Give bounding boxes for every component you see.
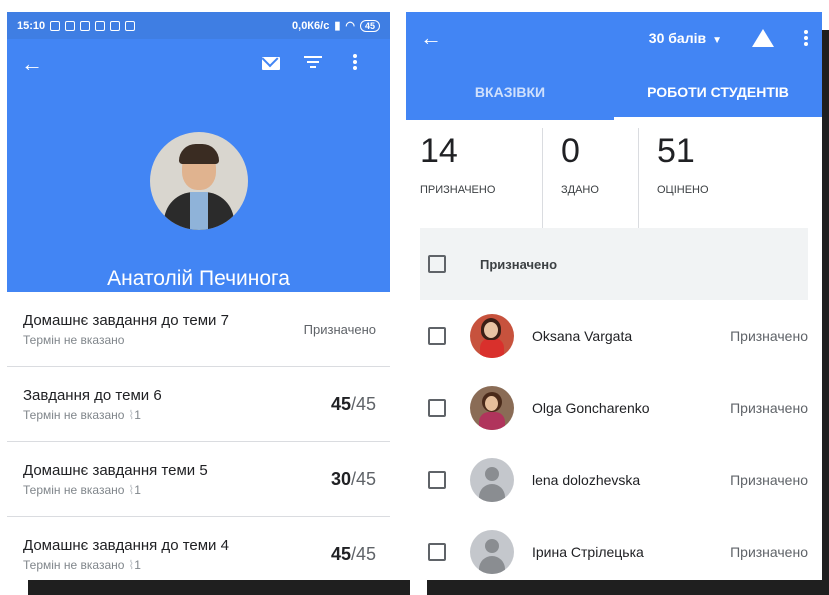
- assignment-title: Домашнє завдання до теми 4: [23, 536, 229, 554]
- student-name: lena dolozhevska: [532, 472, 641, 488]
- student-name: Анатолій Печинога: [107, 267, 290, 290]
- status-time: 15:10: [17, 19, 46, 32]
- notification-icon: [50, 20, 61, 31]
- group-header: Призначено: [420, 228, 808, 300]
- student-status: Призначено: [730, 400, 808, 416]
- backdrop-shadow: [427, 580, 829, 595]
- status-bar: 15:10 0,0К6/с ▮ ◠ 45: [7, 12, 390, 39]
- dropdown-caret-icon: ▼: [712, 35, 722, 46]
- student-name: Olga Goncharenko: [532, 400, 650, 416]
- avatar: [470, 314, 514, 358]
- due-date: Термін не вказано: [23, 332, 125, 347]
- student-row[interactable]: Olga Goncharenko Призначено: [406, 372, 822, 444]
- notification-icon: [65, 20, 76, 31]
- list-item[interactable]: Завдання до теми 6 Термін не вказано ⌇1 4…: [7, 367, 390, 442]
- student-status: Призначено: [730, 544, 808, 560]
- stat-turned-in[interactable]: 0 ЗДАНО: [542, 128, 638, 228]
- notification-icon: [80, 20, 91, 31]
- signal-icon: ▮: [334, 20, 341, 32]
- student-status: Призначено: [730, 472, 808, 488]
- battery-icon: 45: [359, 19, 380, 32]
- more-vert-icon[interactable]: [334, 52, 376, 77]
- student-status: Призначено: [730, 328, 808, 344]
- notification-icon: [110, 20, 121, 31]
- due-date: Термін не вказано ⌇1: [23, 407, 141, 422]
- notification-icon: [95, 20, 106, 31]
- stats-summary: 14 ПРИЗНАЧЕНО 0 ЗДАНО 51 ОЦІНЕНО: [406, 120, 822, 228]
- default-avatar-icon: [470, 458, 514, 502]
- due-date: Термін не вказано ⌇1: [23, 482, 141, 497]
- wifi-icon: ◠: [345, 20, 355, 32]
- student-row[interactable]: Oksana Vargata Призначено: [406, 300, 822, 372]
- due-date: Термін не вказано ⌇1: [23, 557, 141, 572]
- more-vert-icon[interactable]: [804, 28, 808, 48]
- back-arrow-icon[interactable]: ←: [21, 51, 51, 77]
- stat-graded[interactable]: 51 ОЦІНЕНО: [638, 128, 822, 228]
- student-work-screen: ← 30 балів ▼ ВКАЗІВКИ РОБОТИ СТУДЕНТІВ 14…: [406, 12, 822, 580]
- list-item[interactable]: Домашнє завдання теми 5 Термін не вказан…: [7, 442, 390, 517]
- default-avatar-icon: [470, 530, 514, 574]
- avatar: [470, 386, 514, 430]
- student-profile-screen: 15:10 0,0К6/с ▮ ◠ 45 ← Анатолій Печинога…: [7, 12, 390, 580]
- list-item[interactable]: Домашнє завдання до теми 7 Термін не вка…: [7, 292, 390, 367]
- group-label: Призначено: [480, 256, 558, 272]
- back-arrow-icon[interactable]: ←: [420, 25, 450, 51]
- tab-instructions[interactable]: ВКАЗІВКИ: [406, 64, 614, 120]
- drive-icon[interactable]: [752, 29, 774, 47]
- avatar: [150, 132, 248, 230]
- student-checkbox[interactable]: [428, 543, 446, 561]
- notification-icon: [125, 20, 136, 31]
- tab-bar: ВКАЗІВКИ РОБОТИ СТУДЕНТІВ: [406, 64, 822, 120]
- assignment-list: Домашнє завдання до теми 7 Термін не вка…: [7, 292, 390, 580]
- tab-student-work[interactable]: РОБОТИ СТУДЕНТІВ: [614, 64, 822, 120]
- filter-icon[interactable]: [292, 53, 334, 76]
- assignment-title: Домашнє завдання до теми 7: [23, 311, 229, 329]
- backdrop-shadow: [28, 580, 410, 595]
- student-checkbox[interactable]: [428, 471, 446, 489]
- grade: 45/45: [330, 543, 376, 564]
- grade: 45/45: [330, 393, 376, 414]
- profile-header: ← Анатолій Печинога: [7, 39, 390, 292]
- student-name: Ірина Стрілецька: [532, 544, 644, 560]
- assignment-header: ← 30 балів ▼ ВКАЗІВКИ РОБОТИ СТУДЕНТІВ: [406, 12, 822, 120]
- toolbar: ←: [7, 39, 390, 89]
- mail-icon[interactable]: [250, 54, 292, 75]
- status-label: Призначено: [303, 321, 376, 337]
- student-row[interactable]: Ірина Стрілецька Призначено: [406, 516, 822, 580]
- toolbar: ← 30 балів ▼: [406, 12, 822, 64]
- assignment-title: Домашнє завдання теми 5: [23, 461, 208, 479]
- list-item[interactable]: Домашнє завдання до теми 4 Термін не вка…: [7, 517, 390, 580]
- student-row[interactable]: lena dolozhevska Призначено: [406, 444, 822, 516]
- assignment-title: Завдання до теми 6: [23, 386, 162, 404]
- student-name: Oksana Vargata: [532, 328, 633, 344]
- select-all-checkbox[interactable]: [428, 255, 446, 273]
- stat-assigned[interactable]: 14 ПРИЗНАЧЕНО: [406, 128, 542, 228]
- points-dropdown[interactable]: 30 балів ▼: [649, 30, 722, 46]
- grade: 30/45: [330, 468, 376, 489]
- network-speed: 0,0К6/с: [292, 19, 330, 32]
- student-checkbox[interactable]: [428, 327, 446, 345]
- student-checkbox[interactable]: [428, 399, 446, 417]
